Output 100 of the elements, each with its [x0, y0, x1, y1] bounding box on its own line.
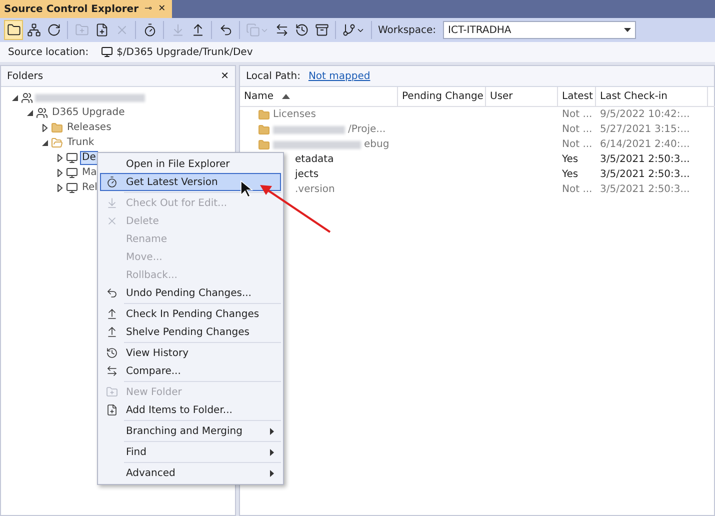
- mouse-cursor-icon: [240, 180, 254, 198]
- cross-icon: [106, 215, 118, 227]
- column-header[interactable]: Pending Change: [398, 87, 486, 107]
- branch-icon: [342, 23, 356, 37]
- column-header[interactable]: Last Check-in: [596, 87, 708, 107]
- stopwatch-icon: [142, 23, 156, 37]
- latest-cell: Yes: [562, 169, 578, 180]
- collapse-arrow-icon[interactable]: [41, 138, 49, 146]
- expand-arrow-icon[interactable]: [56, 168, 64, 176]
- not-mapped-link[interactable]: Not mapped: [308, 70, 370, 82]
- checkin-date-cell: 3/5/2021 2:50:3...: [600, 169, 690, 180]
- menu-item[interactable]: Find: [100, 443, 281, 461]
- file-name: /Proje...: [348, 124, 386, 135]
- swap-icon: [106, 365, 118, 377]
- checkin-date-cell: 3/5/2021 2:50:3...: [600, 154, 690, 165]
- document-tab[interactable]: Source Control Explorer ⊸ ✕: [0, 0, 172, 18]
- folder-icon: [6, 23, 20, 37]
- file-plus-icon: [94, 23, 108, 37]
- monitor-icon: [100, 46, 113, 58]
- tree-item[interactable]: Trunk: [65, 136, 96, 150]
- file-name: ebug: [364, 139, 390, 150]
- menu-item[interactable]: Advanced: [100, 464, 281, 482]
- upload-icon: [106, 326, 118, 338]
- menu-item[interactable]: Check In Pending Changes: [100, 305, 281, 323]
- history-icon: [294, 23, 308, 37]
- menu-item[interactable]: View History: [100, 344, 281, 362]
- close-button[interactable]: ✕: [220, 70, 229, 82]
- folder-plus-icon: [74, 23, 88, 37]
- expand-arrow-icon[interactable]: [41, 124, 49, 132]
- latest-cell: Not ...: [562, 124, 592, 135]
- checkin-date-cell: 3/5/2021 2:50:3...: [600, 184, 690, 195]
- swap-icon: [274, 23, 288, 37]
- column-header[interactable]: User: [486, 87, 558, 107]
- download-icon: [170, 23, 184, 37]
- menu-item[interactable]: Open in File Explorer: [100, 155, 281, 173]
- checkin-date-cell: 9/5/2022 10:42:...: [600, 109, 690, 120]
- monitor-icon: [66, 152, 78, 164]
- checkin-date-cell: 6/14/2021 2:40:...: [600, 139, 690, 150]
- copy-icon: [246, 23, 260, 37]
- tab-title: Source Control Explorer: [4, 4, 139, 14]
- menu-item[interactable]: Branching and Merging: [100, 422, 281, 440]
- upload-icon: [106, 308, 118, 320]
- source-location-path: $/D365 Upgrade/Trunk/Dev: [116, 46, 253, 58]
- tree-item[interactable]: Releases: [65, 120, 114, 134]
- submenu-arrow-icon: [270, 428, 274, 434]
- menu-item[interactable]: Undo Pending Changes...: [100, 284, 281, 302]
- workspace-dropdown[interactable]: ICT-ITRADHA: [443, 21, 636, 39]
- menu-item[interactable]: Add Items to Folder...: [100, 401, 281, 419]
- pane-title: Folders: [7, 70, 44, 82]
- checkin-date-cell: 5/27/2021 3:15:...: [600, 124, 690, 135]
- expand-arrow-icon[interactable]: [56, 184, 64, 192]
- menu-item[interactable]: Shelve Pending Changes: [100, 323, 281, 341]
- collapse-arrow-icon[interactable]: [11, 94, 19, 102]
- expand-arrow-icon[interactable]: [56, 154, 64, 162]
- archive-icon: [314, 23, 328, 37]
- collapse-arrow-icon[interactable]: [26, 108, 34, 116]
- tree-item[interactable]: De: [80, 150, 98, 164]
- latest-cell: Yes: [562, 154, 578, 165]
- column-header[interactable]: Name: [240, 87, 398, 107]
- people-icon: [36, 106, 48, 118]
- refresh-icon: [46, 23, 60, 37]
- file-name: .version: [295, 184, 335, 195]
- file-name: jects: [295, 169, 319, 180]
- monitor-icon: [66, 166, 78, 178]
- network-icon: [26, 23, 40, 37]
- caret-icon: [624, 28, 632, 32]
- source-location-label: Source location:: [8, 46, 89, 58]
- monitor-icon: [66, 182, 78, 194]
- tree-item[interactable]: Ma: [80, 166, 99, 180]
- latest-cell: Not ...: [562, 139, 592, 150]
- download-icon: [106, 197, 118, 209]
- file-name: Licenses: [273, 109, 316, 120]
- toolbar-button[interactable]: [4, 20, 23, 40]
- workspace-label: Workspace:: [378, 24, 436, 36]
- menu-item[interactable]: Get Latest Version: [100, 173, 281, 191]
- undo-icon: [106, 287, 118, 299]
- folder-icon: [258, 138, 270, 150]
- folder-icon: [258, 124, 270, 136]
- file-name: etadata: [295, 154, 334, 165]
- folder-icon: [51, 122, 63, 134]
- stopwatch-icon: [106, 176, 118, 188]
- column-header[interactable]: Latest: [558, 87, 596, 107]
- submenu-arrow-icon: [270, 448, 274, 456]
- sort-arrow-icon: [282, 94, 290, 99]
- history-icon: [106, 347, 118, 359]
- file-plus-icon: [106, 404, 118, 416]
- undo-icon: [218, 23, 232, 37]
- folder-plus-icon: [106, 386, 118, 398]
- tree-item[interactable]: Rel: [80, 180, 100, 194]
- local-path-label: Local Path:: [246, 70, 300, 82]
- menu-item[interactable]: Compare...: [100, 362, 281, 380]
- upload-icon: [190, 23, 204, 37]
- people-icon: [21, 92, 33, 104]
- pin-button[interactable]: ⊸: [144, 3, 152, 15]
- latest-cell: Not ...: [562, 109, 592, 120]
- tree-item[interactable]: D365 Upgrade: [50, 106, 127, 120]
- submenu-arrow-icon: [270, 470, 274, 476]
- folder-icon: [258, 108, 270, 120]
- latest-cell: Not ...: [562, 184, 592, 195]
- close-button[interactable]: ✕: [158, 3, 166, 15]
